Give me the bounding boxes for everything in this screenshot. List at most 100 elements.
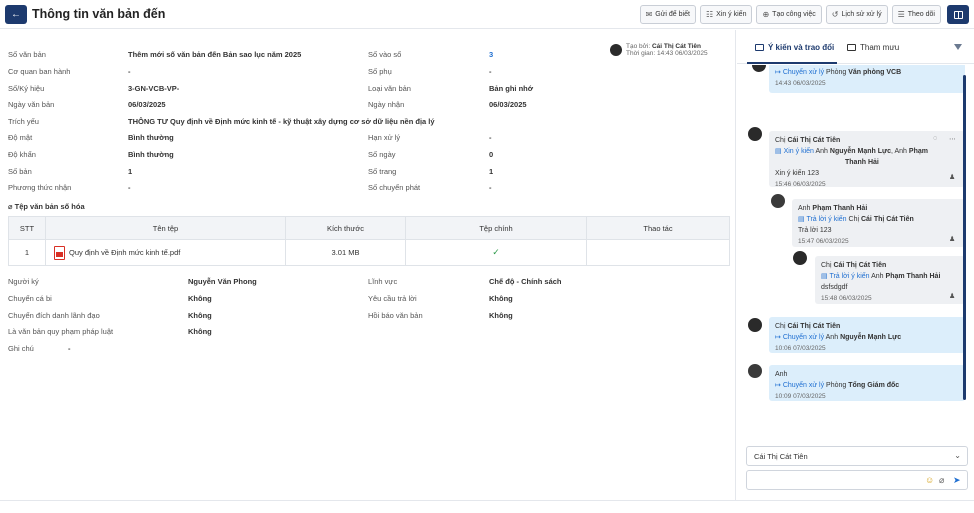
back-button[interactable]: ← xyxy=(5,5,27,24)
request-opinion-button[interactable]: ☷ Xin ý kiến xyxy=(699,5,753,24)
label-so-vao-so: Số vào sổ xyxy=(368,50,402,59)
value-so-chuyen-phat: - xyxy=(489,183,492,192)
toolbar: ✉ Gửi để biết ☷ Xin ý kiến ⊕ Tạo công việc … xyxy=(639,5,941,24)
cell-size: 3.01 MB xyxy=(285,239,406,266)
avatar xyxy=(770,193,786,209)
emoji-icon[interactable]: ☺ xyxy=(925,475,934,485)
sidebar-toggle-icon xyxy=(953,10,963,19)
forward-icon: ↦ xyxy=(775,69,783,76)
label-qppl: Là văn bản quy phạm pháp luật xyxy=(8,327,114,336)
filter-icon[interactable] xyxy=(954,44,962,50)
history-icon: ↺ xyxy=(831,10,839,19)
value-so-phu: - xyxy=(489,67,492,76)
value-do-mat: Bình thường xyxy=(128,133,174,142)
follow-button[interactable]: ☰ Theo dõi xyxy=(891,5,941,24)
more-icon[interactable]: ⋯ xyxy=(949,135,956,143)
value-qppl: Không xyxy=(188,327,212,336)
value-hoi-bao: Không xyxy=(489,311,513,320)
forward-icon: ↦ xyxy=(775,382,783,389)
cell-actions xyxy=(586,239,730,266)
message-item: Chị Cái Thị Cát Tiên ▤ Trả lời ý kiến An… xyxy=(815,256,965,304)
label-loai-vb: Loại văn bản xyxy=(368,84,411,93)
reaction-icon[interactable]: ♟ xyxy=(949,235,955,243)
message-body: Trả lời 123 xyxy=(798,227,832,234)
arrow-left-icon: ← xyxy=(11,9,21,20)
value-ngay-vb: 06/03/2025 xyxy=(128,100,166,109)
label-so-phu: Số phụ xyxy=(368,67,392,76)
reaction-icon[interactable]: ♟ xyxy=(949,173,955,181)
label-trich-yeu: Trích yếu xyxy=(8,117,39,126)
message-item: Anh ↦ Chuyển xử lý Phòng Tổng Giám đốc 1… xyxy=(769,365,965,401)
label-linh-vuc: Lĩnh vực xyxy=(368,277,398,286)
follow-icon: ☰ xyxy=(897,10,905,19)
value-so-vao-so[interactable]: 3 xyxy=(489,50,493,66)
avatar xyxy=(610,44,622,56)
avatar xyxy=(747,317,763,333)
task-icon: ⊕ xyxy=(762,10,770,19)
attach-icon[interactable]: ⌀ xyxy=(939,475,944,486)
cell-stt: 1 xyxy=(8,239,46,266)
value-phuong-thuc: - xyxy=(128,183,131,192)
page-title: Thông tin văn bản đến xyxy=(32,7,166,21)
advise-icon xyxy=(847,44,856,51)
attachments-table: STT Tên tệp Kích thước Tệp chính Thao tá… xyxy=(8,216,730,266)
value-linh-vuc: Chế độ - Chính sách xyxy=(489,277,562,286)
creator-name: Cái Thị Cát Tiên xyxy=(651,43,701,50)
send-icon: ✉ xyxy=(645,10,653,19)
message-input[interactable]: ☺ ⌀ ➤ xyxy=(746,470,968,490)
avatar xyxy=(751,65,767,73)
panel-toggle-button[interactable] xyxy=(947,5,969,24)
create-task-button[interactable]: ⊕ Tạo công việc xyxy=(756,5,822,24)
label-chuyen-ca-bi: Chuyển cá bi xyxy=(8,294,52,303)
opinion-icon: ☷ xyxy=(705,10,714,19)
header: ← Thông tin văn bản đến ✉ Gửi để biết ☷ Xi… xyxy=(0,0,974,29)
label-so-ban: Số bản xyxy=(8,167,32,176)
label-ghi-chu: Ghi chú xyxy=(8,344,34,353)
label-so-trang: Số trang xyxy=(368,167,397,176)
tab-advise[interactable]: Tham mưu xyxy=(847,43,899,52)
label-hoi-bao: Hồi báo văn bản xyxy=(368,311,423,320)
value-han-xu-ly: - xyxy=(489,133,492,142)
label-so-van-ban: Số văn bản xyxy=(8,50,46,59)
label-ky-hieu: Số/Ký hiệu xyxy=(8,84,45,93)
active-tab-indicator xyxy=(747,62,837,64)
paperclip-icon: ⌀ xyxy=(8,202,15,211)
label-so-chuyen-phat: Số chuyển phát xyxy=(368,183,421,192)
table-row: 1 Quy định về Định mức kinh tế.pdf 3.01 … xyxy=(8,239,730,266)
reaction-icon[interactable]: ♟ xyxy=(949,292,955,300)
message-thread[interactable]: ↦ Chuyển xử lý Phòng Văn phòng VCB 14:43… xyxy=(737,65,974,445)
recipient-select[interactable]: Cái Thị Cát Tiên ⌄ xyxy=(746,446,968,466)
label-han-xu-ly: Hạn xử lý xyxy=(368,133,401,142)
avatar xyxy=(747,126,763,142)
reply-icon[interactable]: ◌ xyxy=(933,135,937,142)
discussion-panel: Ý kiến và trao đổi Tham mưu ↦ Chuyển xử … xyxy=(737,30,974,500)
send-icon[interactable]: ➤ xyxy=(953,475,961,486)
label-ngay-nhan: Ngày nhận xyxy=(368,100,405,109)
value-so-ngay: 0 xyxy=(489,150,494,159)
value-chuyen-dich-danh: Không xyxy=(188,311,212,320)
cell-file-name[interactable]: Quy định về Định mức kinh tế.pdf xyxy=(45,239,286,266)
history-button[interactable]: ↺ Lịch sử xử lý xyxy=(825,5,888,24)
label-yeu-cau-tra-loi: Yêu cầu trả lời xyxy=(368,294,417,303)
label-phuong-thuc: Phương thức nhận xyxy=(8,183,72,192)
value-trich-yeu: THÔNG TƯ Quy định về Định mức kinh tế - … xyxy=(128,117,435,126)
tab-opinions[interactable]: Ý kiến và trao đổi xyxy=(755,43,834,52)
value-do-khan: Bình thường xyxy=(128,150,174,159)
avatar xyxy=(747,363,763,379)
divider xyxy=(0,500,974,501)
panel-tabs: Ý kiến và trao đổi Tham mưu xyxy=(737,30,974,64)
label-co-quan: Cơ quan ban hành xyxy=(8,67,71,76)
document-details: Tạo bởi: Cái Thị Cát Tiên Thời gian: 14:… xyxy=(0,30,736,500)
label-so-ngay: Số ngày xyxy=(368,150,396,159)
forward-icon: ↦ xyxy=(775,334,783,341)
send-for-info-button[interactable]: ✉ Gửi để biết xyxy=(639,5,696,24)
avatar xyxy=(792,250,808,266)
column-header: Tên tệp xyxy=(45,216,286,240)
message-item: Anh Phạm Thanh Hải ▤ Trả lời ý kiến Chị … xyxy=(792,199,965,247)
value-chuyen-ca-bi: Không xyxy=(188,294,212,303)
value-ngay-nhan: 06/03/2025 xyxy=(489,100,527,109)
value-yeu-cau-tra-loi: Không xyxy=(489,294,513,303)
value-ky-hieu: 3-GN-VCB-VP- xyxy=(128,84,180,93)
scrollbar[interactable] xyxy=(963,75,966,400)
comment-icon xyxy=(755,44,764,51)
